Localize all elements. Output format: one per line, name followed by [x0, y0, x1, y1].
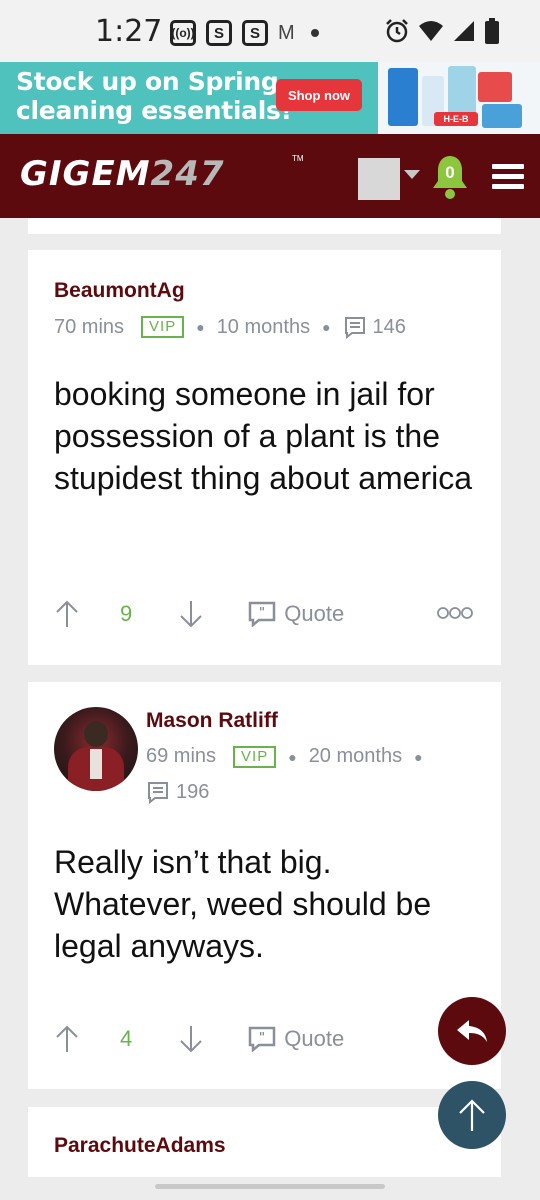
post-card: ParachuteAdams — [28, 1107, 501, 1177]
chevron-down-icon[interactable] — [404, 170, 420, 179]
s-app-icon: S — [242, 20, 268, 46]
wifi-icon — [419, 21, 443, 41]
upvote-count: 9 — [120, 601, 133, 626]
post-meta: 70 mins VIP ● 10 months ● 146 — [54, 315, 406, 339]
status-right-icons — [384, 18, 500, 44]
post-username[interactable]: BeaumontAg — [54, 279, 185, 303]
quote-icon[interactable]: " — [248, 1026, 276, 1052]
post-time: 69 mins — [146, 745, 217, 767]
post-count-icon — [344, 317, 365, 339]
status-bar: 1:27 ((o)) S S M — [0, 0, 540, 62]
ad-banner[interactable]: Stock up on Spring cleaning essentials! … — [0, 62, 540, 134]
post-actions: 9 " Quote — [54, 599, 344, 629]
status-time: 1:27 — [95, 14, 163, 49]
more-options-icon[interactable] — [437, 606, 473, 620]
ad-headline: Stock up on Spring cleaning essentials! — [16, 67, 292, 125]
battery-icon — [485, 18, 499, 44]
post-card-previous — [28, 218, 501, 234]
vip-badge: VIP — [141, 316, 185, 338]
menu-icon[interactable] — [492, 164, 524, 190]
post-username[interactable]: ParachuteAdams — [54, 1134, 226, 1158]
dot-icon — [310, 29, 319, 37]
shop-now-button[interactable]: Shop now — [276, 79, 362, 111]
post-count: 146 — [372, 315, 406, 338]
home-indicator[interactable] — [155, 1184, 385, 1189]
arrow-up-icon — [459, 1099, 485, 1131]
post-count-row: 196 — [146, 780, 209, 804]
post-user-avatar[interactable] — [54, 707, 138, 791]
svg-text:": " — [259, 1030, 265, 1044]
post-username[interactable]: Mason Ratliff — [146, 709, 278, 733]
downvote-icon[interactable] — [178, 599, 204, 629]
post-time: 70 mins — [54, 315, 125, 338]
member-tenure: 20 months — [308, 745, 403, 767]
user-avatar-button[interactable] — [358, 158, 400, 200]
reply-button[interactable] — [438, 997, 506, 1065]
svg-text:": " — [259, 605, 265, 619]
downvote-icon[interactable] — [178, 1024, 204, 1054]
quote-icon[interactable]: " — [248, 601, 276, 627]
signal-icon — [454, 21, 474, 41]
quote-button[interactable]: Quote — [284, 601, 344, 627]
heb-logo: H-E-B — [434, 112, 478, 126]
member-tenure: 10 months — [216, 315, 311, 338]
status-left-icons: ((o)) S S M — [170, 20, 319, 46]
site-logo[interactable]: GIGEM247 — [20, 154, 225, 194]
reply-icon — [457, 1020, 487, 1042]
post-meta: 69 mins VIP ● 20 months ● — [146, 745, 423, 768]
scroll-to-top-button[interactable] — [438, 1081, 506, 1149]
nfc-icon: ((o)) — [170, 20, 196, 46]
gmail-icon: M — [278, 21, 295, 44]
trademark-label: TM — [292, 154, 304, 163]
post-card: Mason Ratliff 69 mins VIP ● 20 months ● … — [28, 682, 501, 1089]
post-body: Really isn’t that big. Whatever, weed sh… — [54, 844, 432, 964]
s-app-icon: S — [206, 20, 232, 46]
post-count: 196 — [176, 780, 210, 803]
upvote-icon[interactable] — [54, 1024, 80, 1054]
post-count-icon — [148, 782, 168, 804]
quote-button[interactable]: Quote — [284, 1026, 344, 1052]
notification-count: 0 — [445, 163, 455, 182]
post-body: booking someone in jail for possession o… — [54, 376, 473, 496]
upvote-count: 4 — [120, 1026, 133, 1051]
post-actions: 4 " Quote — [54, 1024, 344, 1054]
alarm-icon — [386, 19, 408, 43]
post-card: BeaumontAg 70 mins VIP ● 10 months ● 146… — [28, 250, 501, 665]
upvote-icon[interactable] — [54, 599, 80, 629]
ad-product-image: H-E-B — [378, 62, 540, 134]
vip-badge: VIP — [233, 745, 277, 768]
